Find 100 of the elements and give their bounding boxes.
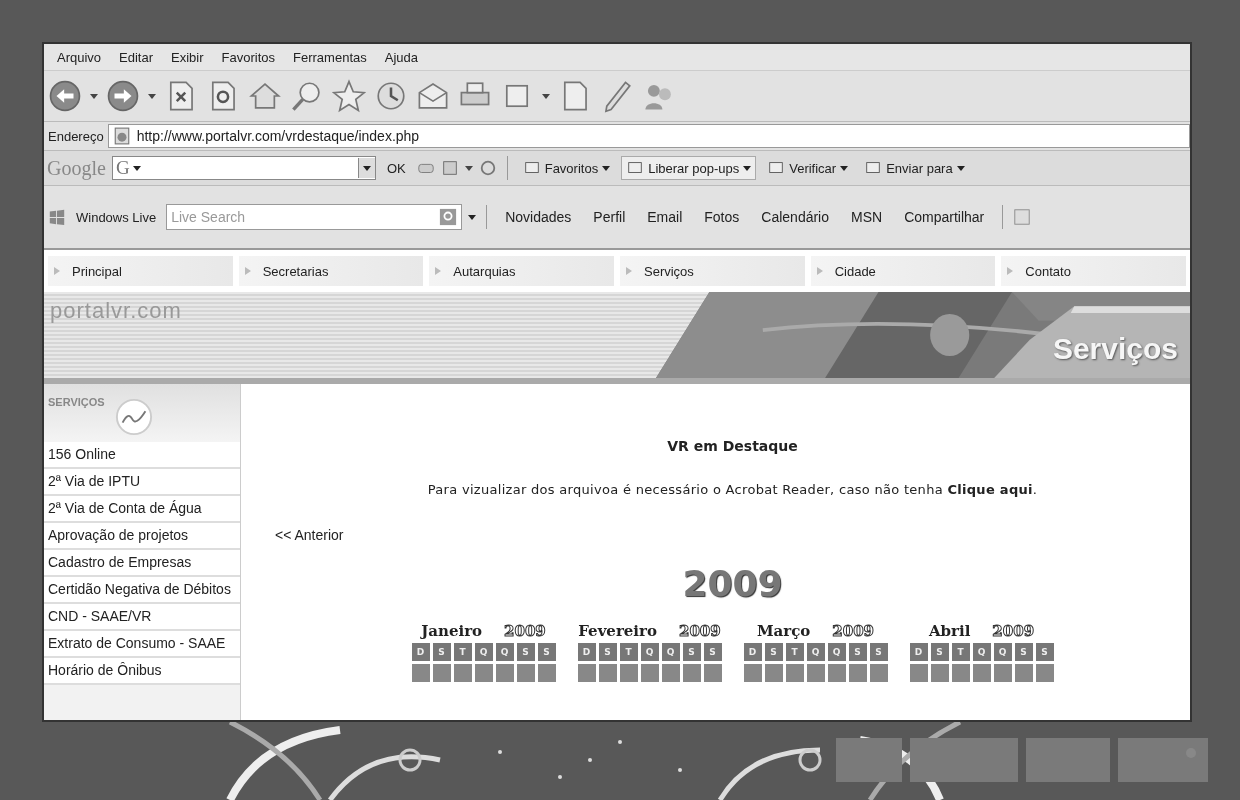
menu-item[interactable]: Favoritos — [214, 49, 283, 65]
day-cell[interactable] — [806, 664, 825, 682]
year-heading: 2009 — [681, 563, 784, 604]
nav-item[interactable]: Autarquias — [429, 256, 614, 286]
google-logo: Google — [46, 156, 106, 180]
download-link[interactable]: Clique aqui — [947, 482, 1033, 497]
triangle-icon — [1007, 267, 1014, 275]
day-cell[interactable] — [930, 664, 949, 682]
month-name: Março — [756, 622, 811, 640]
previous-link[interactable]: << Anterior — [275, 527, 1190, 543]
sidebar-link[interactable]: Aprovação de projetos — [44, 523, 240, 550]
weekday-cell: S — [682, 643, 701, 661]
toolbar-button[interactable]: Favoritos — [517, 156, 616, 180]
weekday-cell: S — [598, 643, 617, 661]
nav-item[interactable]: Secretarias — [238, 256, 424, 286]
triangle-icon — [54, 267, 60, 275]
weekday-cell: D — [909, 643, 928, 661]
menu-item[interactable]: Exibir — [164, 49, 211, 65]
caret-icon[interactable] — [132, 165, 141, 171]
sidebar-link[interactable]: Horário de Ônibus — [44, 658, 240, 685]
google-search-field[interactable]: G — [111, 156, 376, 180]
toolbar-button[interactable]: Liberar pop-ups — [621, 156, 757, 180]
day-cell[interactable] — [577, 664, 596, 682]
day-cell[interactable] — [703, 664, 722, 682]
day-cell[interactable] — [619, 664, 638, 682]
day-cell[interactable] — [764, 664, 783, 682]
address-field[interactable]: http://www.portalvr.com/vrdestaque/index.php — [107, 124, 1190, 148]
nav-item[interactable]: Principal — [48, 256, 233, 286]
caret-icon[interactable] — [464, 165, 473, 171]
day-cell[interactable] — [453, 664, 472, 682]
weekday-cell: T — [951, 643, 970, 661]
menu-item[interactable]: Ferramentas — [286, 49, 374, 65]
menu-item[interactable]: Arquivo — [50, 49, 109, 65]
caret-icon[interactable] — [468, 214, 477, 220]
toolbar-link[interactable]: Calendário — [753, 209, 837, 225]
nav-item[interactable]: Serviços — [620, 256, 805, 286]
sidebar-link[interactable]: Certidão Negativa de Débitos — [44, 577, 240, 604]
weekday-cell: T — [619, 643, 638, 661]
toolbar-link[interactable]: Compartilhar — [896, 209, 993, 225]
windows-flag-icon — [48, 208, 66, 226]
sidebar-link[interactable]: 156 Online — [44, 442, 240, 469]
day-cell[interactable] — [951, 664, 970, 682]
caret-icon[interactable] — [90, 93, 98, 99]
caret-icon[interactable] — [148, 93, 156, 99]
forward-icon[interactable] — [106, 79, 140, 113]
weekday-cell: S — [537, 643, 556, 661]
day-cell[interactable] — [827, 664, 846, 682]
triangle-icon — [626, 267, 632, 275]
caret-icon[interactable] — [362, 165, 371, 171]
menu-item[interactable]: Ajuda — [377, 49, 425, 65]
nav-item[interactable]: Cidade — [810, 256, 996, 286]
toolbar-button[interactable]: Verificar — [762, 156, 854, 180]
toolbar-link[interactable]: Novidades — [497, 209, 580, 225]
ok-button[interactable]: OK — [381, 157, 411, 179]
day-cell[interactable] — [785, 664, 804, 682]
weekday-cell: S — [930, 643, 949, 661]
sidebar-link[interactable]: Cadastro de Empresas — [44, 550, 240, 577]
toolbar-link[interactable]: Fotos — [696, 209, 748, 225]
day-cell[interactable] — [848, 664, 867, 682]
live-search-field[interactable]: Live Search — [166, 204, 463, 230]
star-icon[interactable] — [332, 79, 366, 113]
site-logo: portalvr.com — [50, 298, 182, 323]
day-cell[interactable] — [993, 664, 1012, 682]
weekday-cell: S — [1035, 643, 1054, 661]
history-icon[interactable] — [374, 79, 408, 113]
day-cell[interactable] — [1014, 664, 1033, 682]
sidebar-link[interactable]: 2ª Via de IPTU — [44, 469, 240, 496]
sidebar-link[interactable]: CND - SAAE/VR — [44, 604, 240, 631]
address-label: Endereço — [47, 128, 105, 144]
toolbar-button[interactable]: Enviar para — [859, 156, 970, 180]
sidebar-link[interactable]: Extrato de Consumo - SAAE — [44, 631, 240, 658]
toolbar-link[interactable]: Perfil — [585, 209, 634, 225]
sidebar-link[interactable]: 2ª Via de Conta de Água — [44, 496, 240, 523]
day-cell[interactable] — [640, 664, 659, 682]
day-cell[interactable] — [432, 664, 451, 682]
menu-item[interactable]: Editar — [112, 49, 161, 65]
caret-icon[interactable] — [542, 93, 550, 99]
triangle-icon — [816, 267, 823, 275]
day-cell[interactable] — [909, 664, 928, 682]
day-cell[interactable] — [537, 664, 556, 682]
day-cell[interactable] — [682, 664, 701, 682]
weekday-cell: D — [577, 643, 596, 661]
toolbar-link[interactable]: Email — [639, 209, 691, 225]
month-name: Abril — [928, 622, 971, 640]
day-cell[interactable] — [743, 664, 762, 682]
day-cell[interactable] — [598, 664, 617, 682]
caret-icon — [602, 165, 611, 171]
back-icon[interactable] — [48, 79, 82, 113]
day-cell[interactable] — [474, 664, 493, 682]
toolbar-link[interactable]: MSN — [843, 209, 891, 225]
day-cell[interactable] — [495, 664, 514, 682]
day-cell[interactable] — [516, 664, 535, 682]
day-cell[interactable] — [411, 664, 430, 682]
notice-text: Para vizualizar dos arquivoa é necessário o Acrobat Reader, caso não tenha — [427, 482, 943, 497]
day-cell[interactable] — [869, 664, 888, 682]
day-cell[interactable] — [972, 664, 991, 682]
nav-item[interactable]: Contato — [1001, 256, 1186, 286]
section-title: Serviços — [1052, 332, 1178, 366]
day-cell[interactable] — [661, 664, 680, 682]
day-cell[interactable] — [1035, 664, 1054, 682]
